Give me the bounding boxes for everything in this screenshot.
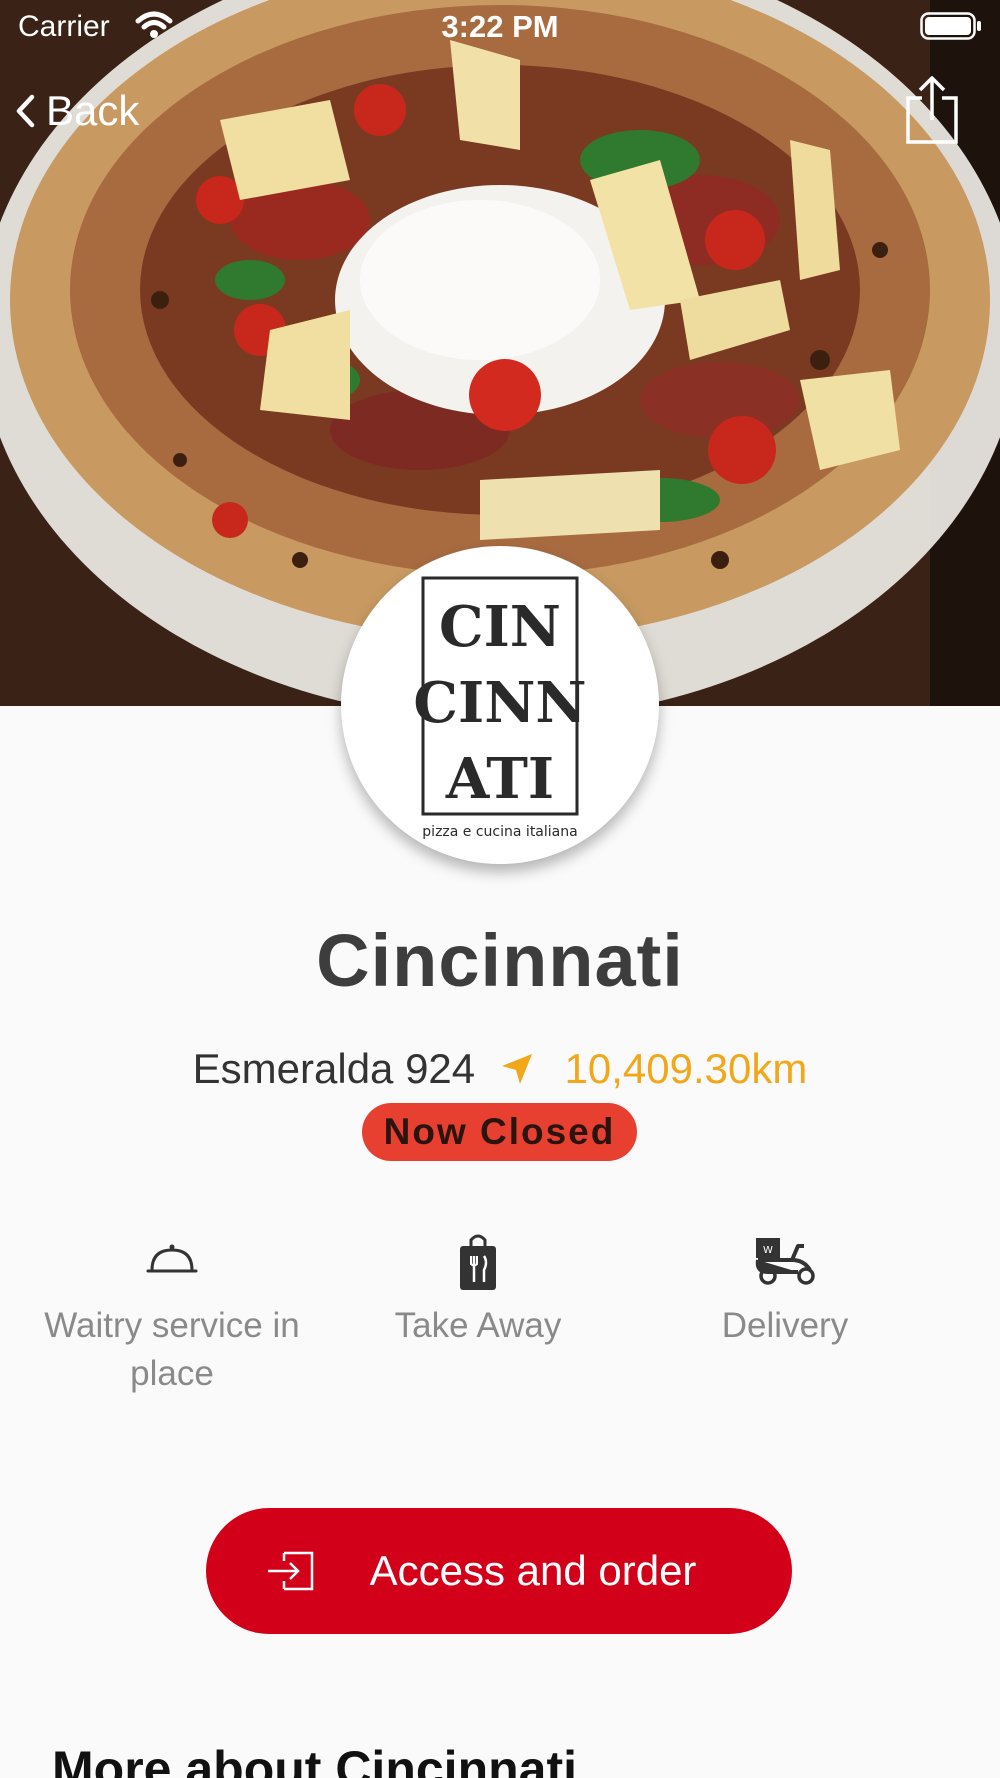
logo-text-line-1: CIN [439,594,561,660]
restaurant-logo: CIN CINN ATI pizza e cucina italiana [341,546,659,864]
service-label: Delivery [721,1306,849,1345]
service-label: Waitry service in place [44,1306,300,1393]
distance: 10,409.30km [564,1045,808,1092]
battery-icon [920,12,981,40]
chevron-left-icon [16,94,35,128]
logo-tagline: pizza e cucina italiana [422,824,577,840]
clock: 3:22 PM [441,9,559,44]
access-and-order-label: Access and order [369,1547,697,1594]
svg-text:W: W [763,1245,773,1256]
service-delivery: W Delivery [635,1230,935,1350]
location-arrow-icon [501,1054,532,1084]
delivery-scooter-icon: W [755,1238,815,1285]
more-about-heading: More about Cincinnati [52,1741,577,1778]
address: Esmeralda 924 [192,1045,476,1092]
restaurant-name: Cincinnati [316,919,684,1002]
access-and-order-button[interactable]: Access and order [206,1508,792,1634]
shopping-bag-icon [460,1234,496,1290]
enter-icon [267,1551,313,1591]
status-bar: Carrier 3:22 PM [0,0,1000,54]
back-button[interactable]: Back [14,86,139,136]
address-row: Esmeralda 924 10,409.30km [0,1045,1000,1093]
share-icon[interactable] [904,74,960,146]
logo-text-line-3: ATI [445,746,554,812]
service-label: Take Away [394,1306,562,1345]
service-takeaway: Take Away [328,1230,628,1350]
logo-text-line-2: CINN [413,670,586,736]
service-waitry: Waitry service in place [22,1230,322,1398]
status-badge: Now Closed [362,1103,637,1161]
back-label: Back [46,87,140,134]
cloche-icon [146,1244,198,1273]
